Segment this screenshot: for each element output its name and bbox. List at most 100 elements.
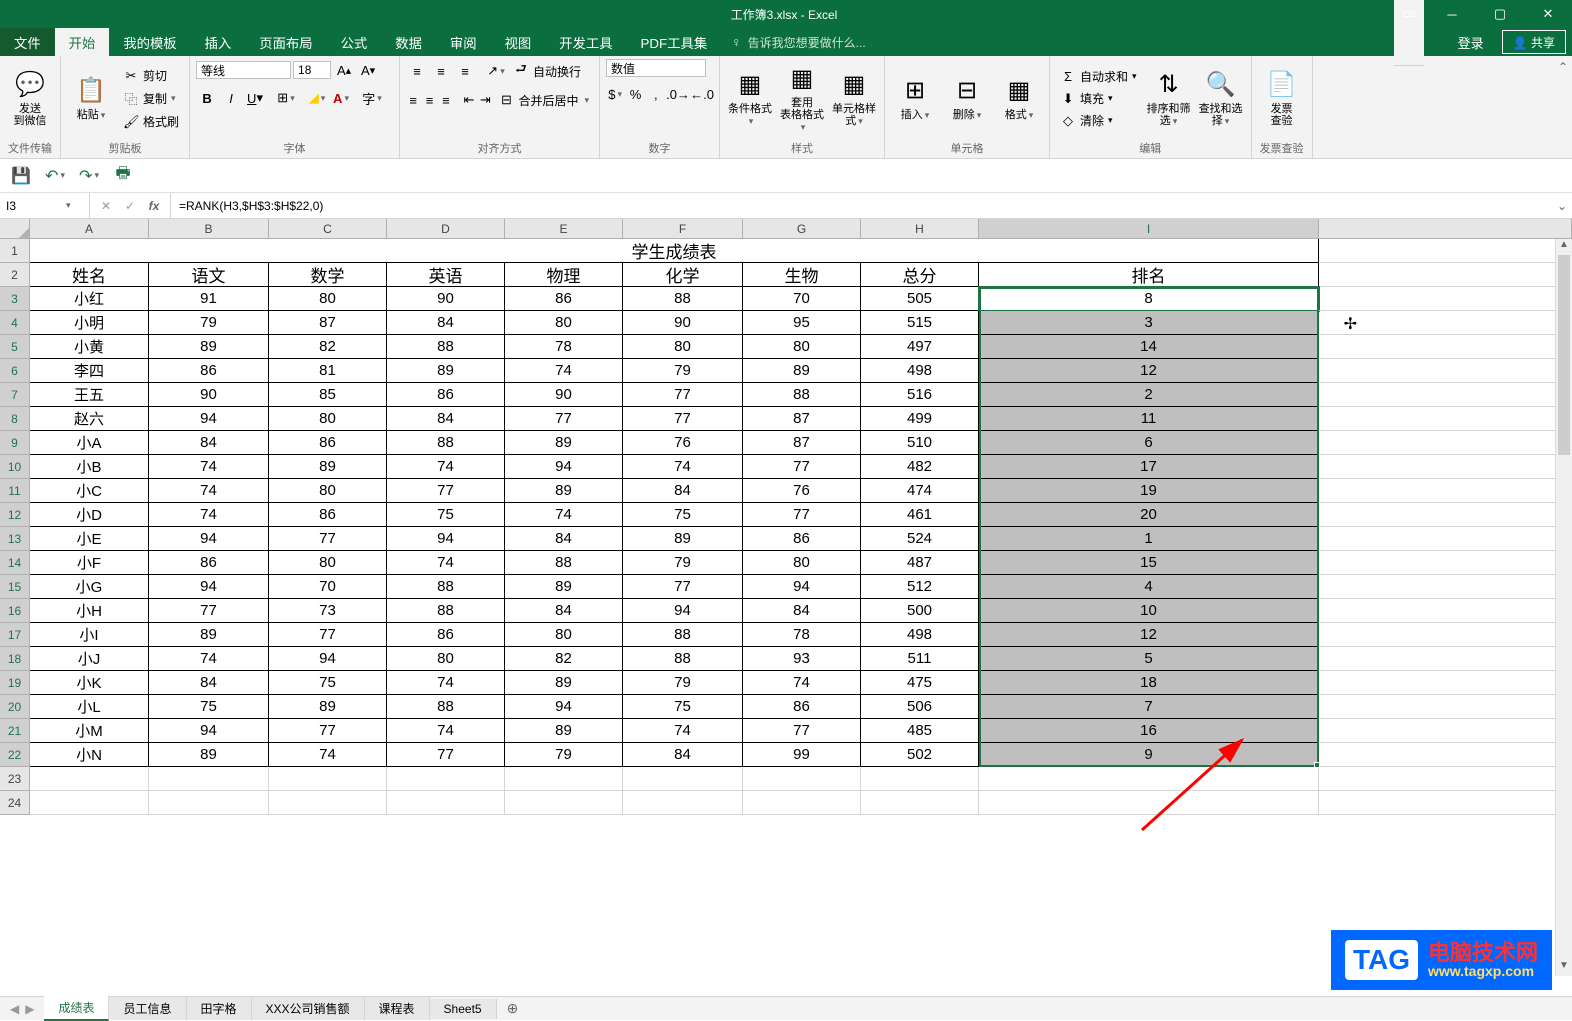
data-cell[interactable]: 94 xyxy=(149,527,269,551)
data-cell[interactable]: 2 xyxy=(979,383,1319,407)
data-cell[interactable]: 79 xyxy=(505,743,623,767)
data-cell[interactable]: 485 xyxy=(861,719,979,743)
data-cell[interactable]: 80 xyxy=(269,551,387,575)
tab-pdf[interactable]: PDF工具集 xyxy=(627,28,722,56)
empty-cell[interactable] xyxy=(149,791,269,815)
data-cell[interactable]: 小L xyxy=(30,695,149,719)
data-cell[interactable]: 89 xyxy=(505,719,623,743)
empty-cell[interactable] xyxy=(269,767,387,791)
data-cell[interactable]: 497 xyxy=(861,335,979,359)
sheet-tab-0[interactable]: 成绩表 xyxy=(44,996,109,1021)
data-cell[interactable]: 80 xyxy=(269,287,387,311)
share-button[interactable]: 👤 共享 xyxy=(1502,30,1566,54)
data-cell[interactable]: 94 xyxy=(505,695,623,719)
autosum-button[interactable]: Σ自动求和▾ xyxy=(1056,67,1141,86)
data-cell[interactable]: 474 xyxy=(861,479,979,503)
data-cell[interactable]: 516 xyxy=(861,383,979,407)
header-cell[interactable]: 生物 xyxy=(743,263,861,287)
row-header[interactable]: 19 xyxy=(0,671,30,695)
data-cell[interactable]: 89 xyxy=(623,527,743,551)
scrollbar-thumb[interactable] xyxy=(1558,255,1570,455)
row-header[interactable]: 12 xyxy=(0,503,30,527)
vertical-scrollbar[interactable]: ▲ ▼ xyxy=(1555,239,1572,976)
data-cell[interactable]: 84 xyxy=(623,479,743,503)
data-cell[interactable]: 86 xyxy=(387,383,505,407)
data-cell[interactable]: 76 xyxy=(743,479,861,503)
data-cell[interactable]: 73 xyxy=(269,599,387,623)
format-painter-button[interactable]: 🖌格式刷 xyxy=(119,112,183,131)
sheet-tab-4[interactable]: 课程表 xyxy=(365,997,430,1020)
empty-cell[interactable] xyxy=(623,791,743,815)
row-header[interactable]: 5 xyxy=(0,335,30,359)
data-cell[interactable]: 74 xyxy=(623,719,743,743)
header-cell[interactable]: 英语 xyxy=(387,263,505,287)
tab-templates[interactable]: 我的模板 xyxy=(109,28,190,56)
data-cell[interactable]: 524 xyxy=(861,527,979,551)
data-cell[interactable]: 84 xyxy=(387,407,505,431)
data-cell[interactable]: 赵六 xyxy=(30,407,149,431)
data-cell[interactable]: 74 xyxy=(387,719,505,743)
data-cell[interactable]: 14 xyxy=(979,335,1319,359)
data-cell[interactable]: 86 xyxy=(743,695,861,719)
header-cell[interactable]: 语文 xyxy=(149,263,269,287)
clear-button[interactable]: ◇清除▾ xyxy=(1056,111,1141,130)
data-cell[interactable]: 5 xyxy=(979,647,1319,671)
data-cell[interactable]: 75 xyxy=(149,695,269,719)
bold-button[interactable]: B xyxy=(196,87,218,109)
data-cell[interactable]: 86 xyxy=(149,359,269,383)
data-cell[interactable]: 82 xyxy=(269,335,387,359)
data-cell[interactable]: 86 xyxy=(505,287,623,311)
data-cell[interactable]: 77 xyxy=(269,719,387,743)
increase-indent-icon[interactable]: ⇥ xyxy=(478,89,492,111)
data-cell[interactable]: 79 xyxy=(149,311,269,335)
row-header[interactable]: 24 xyxy=(0,791,30,815)
name-box[interactable]: ▾ xyxy=(0,193,90,218)
data-cell[interactable]: 498 xyxy=(861,623,979,647)
row-header[interactable]: 11 xyxy=(0,479,30,503)
empty-cell[interactable] xyxy=(623,767,743,791)
data-cell[interactable]: 74 xyxy=(387,551,505,575)
tell-me-box[interactable]: ♀ 告诉我您想要做什么... xyxy=(721,28,1446,56)
data-cell[interactable]: 94 xyxy=(149,575,269,599)
data-cell[interactable]: 77 xyxy=(505,407,623,431)
data-cell[interactable]: 510 xyxy=(861,431,979,455)
data-cell[interactable]: 20 xyxy=(979,503,1319,527)
data-cell[interactable]: 90 xyxy=(149,383,269,407)
data-cell[interactable]: 70 xyxy=(269,575,387,599)
row-header[interactable]: 7 xyxy=(0,383,30,407)
data-cell[interactable]: 74 xyxy=(149,647,269,671)
currency-icon[interactable]: $ xyxy=(606,83,624,105)
number-format-select[interactable] xyxy=(606,59,706,77)
scroll-up-icon[interactable]: ▲ xyxy=(1556,239,1572,255)
data-cell[interactable]: 小黄 xyxy=(30,335,149,359)
data-cell[interactable]: 86 xyxy=(387,623,505,647)
data-cell[interactable]: 86 xyxy=(269,503,387,527)
data-cell[interactable]: 94 xyxy=(505,455,623,479)
fx-icon[interactable]: fx xyxy=(144,199,164,213)
col-header-A[interactable]: A xyxy=(30,219,149,238)
data-cell[interactable]: 80 xyxy=(387,647,505,671)
data-cell[interactable]: 94 xyxy=(743,575,861,599)
data-cell[interactable]: 89 xyxy=(149,743,269,767)
empty-cell[interactable] xyxy=(269,791,387,815)
row-header[interactable]: 9 xyxy=(0,431,30,455)
data-cell[interactable]: 91 xyxy=(149,287,269,311)
data-cell[interactable]: 88 xyxy=(623,623,743,647)
formula-input[interactable] xyxy=(171,193,1552,218)
font-size-select[interactable] xyxy=(293,61,331,79)
tab-review[interactable]: 审阅 xyxy=(436,28,491,56)
row-header[interactable]: 3 xyxy=(0,287,30,311)
header-cell[interactable]: 排名 xyxy=(979,263,1319,287)
data-cell[interactable]: 82 xyxy=(505,647,623,671)
data-cell[interactable]: 84 xyxy=(743,599,861,623)
align-center-icon[interactable]: ≡ xyxy=(422,89,436,111)
cancel-formula-icon[interactable]: ✕ xyxy=(96,199,116,213)
collapse-ribbon-icon[interactable]: ⌃ xyxy=(1558,60,1568,74)
data-cell[interactable]: 小J xyxy=(30,647,149,671)
data-cell[interactable]: 10 xyxy=(979,599,1319,623)
data-cell[interactable]: 89 xyxy=(149,335,269,359)
account-login[interactable]: 登录 xyxy=(1446,28,1496,56)
align-right-icon[interactable]: ≡ xyxy=(439,89,453,111)
data-cell[interactable]: 482 xyxy=(861,455,979,479)
data-cell[interactable]: 94 xyxy=(623,599,743,623)
